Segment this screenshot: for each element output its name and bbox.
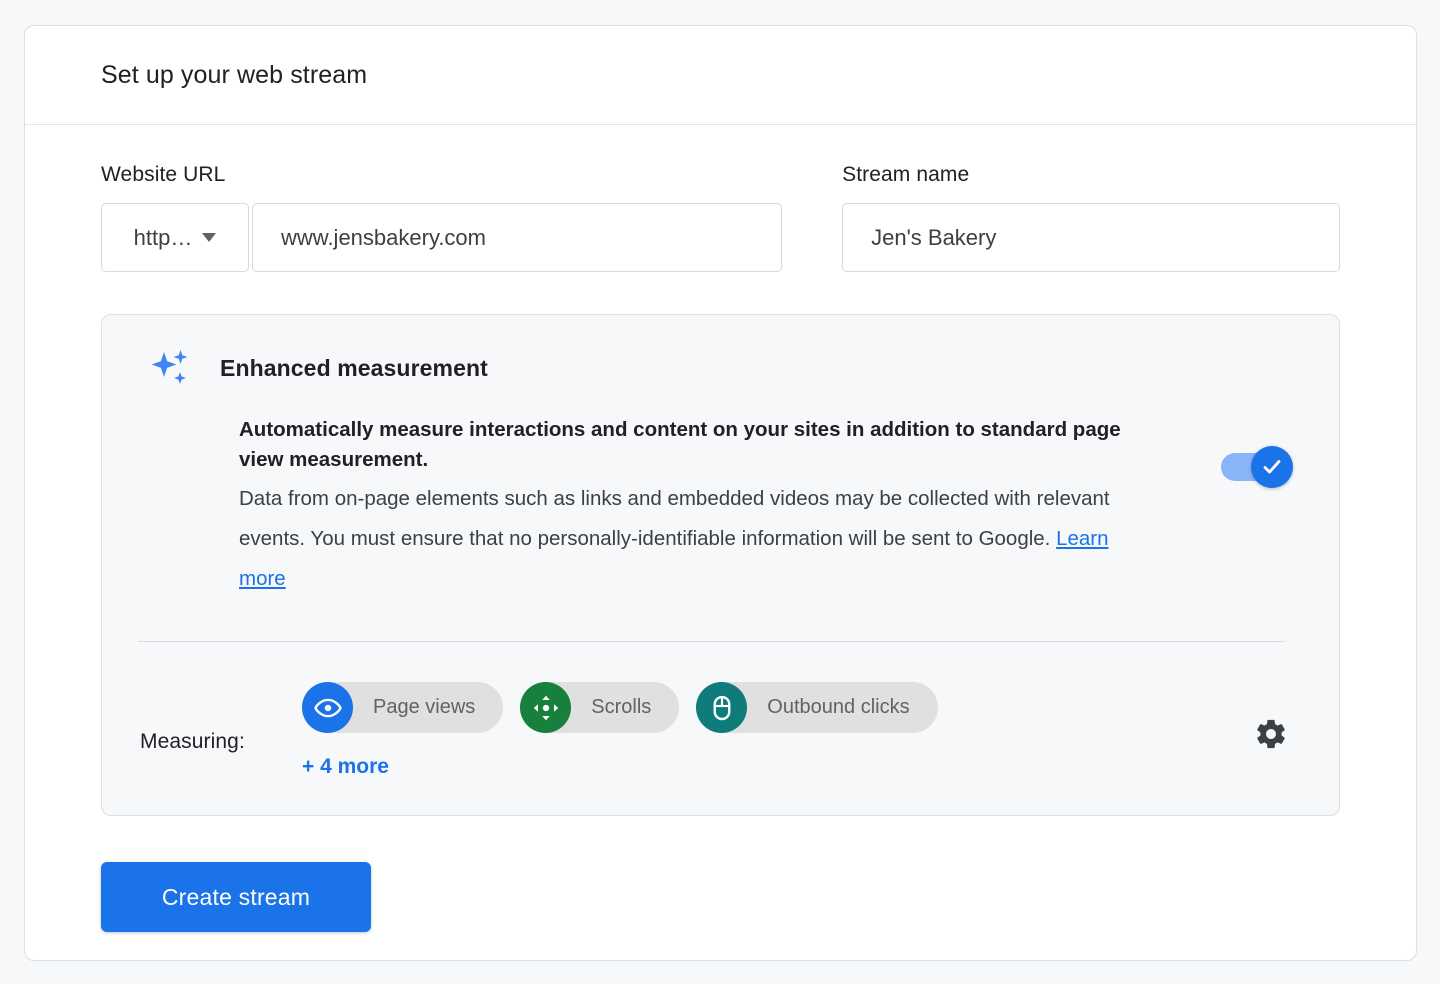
website-url-field-group: Website URL http… bbox=[101, 163, 783, 272]
enhanced-measurement-bold-text: Automatically measure interactions and c… bbox=[239, 418, 1121, 471]
create-stream-button[interactable]: Create stream bbox=[101, 862, 371, 932]
more-events-link[interactable]: + 4 more bbox=[302, 755, 389, 779]
check-icon bbox=[1263, 460, 1281, 474]
stream-name-label: Stream name bbox=[842, 163, 970, 186]
measuring-chips: Page views Scrolls Outbound clicks bbox=[302, 682, 1293, 733]
page-title: Set up your web stream bbox=[101, 60, 368, 89]
website-url-label: Website URL bbox=[101, 163, 226, 186]
enhanced-measurement-body-text: Data from on-page elements such as links… bbox=[239, 487, 1110, 550]
enhanced-measurement-body: Data from on-page elements such as links… bbox=[239, 479, 1143, 599]
measuring-row: Measuring: Page views Scrolls Outbound c… bbox=[140, 682, 1293, 779]
toggle-knob bbox=[1251, 446, 1293, 488]
card-header: Set up your web stream bbox=[25, 26, 1416, 125]
chip-label: Scrolls bbox=[591, 696, 652, 718]
stream-name-input[interactable] bbox=[842, 203, 1340, 272]
enhanced-measurement-panel: Enhanced measurement Automatically measu… bbox=[101, 314, 1340, 816]
chip-label: Page views bbox=[373, 696, 476, 718]
screen: Set up your web stream Website URL http… bbox=[0, 0, 1440, 984]
move-icon bbox=[520, 682, 572, 733]
enhanced-measurement-text: Automatically measure interactions and c… bbox=[140, 415, 1293, 599]
chip-label: Outbound clicks bbox=[767, 696, 910, 718]
web-stream-setup-card: Set up your web stream Website URL http… bbox=[24, 25, 1417, 961]
measuring-chips-area: Page views Scrolls Outbound clicks + 4 m… bbox=[302, 682, 1293, 779]
enhanced-measurement-header: Enhanced measurement bbox=[140, 347, 1293, 389]
card-body: Website URL http… Stream name bbox=[25, 125, 1416, 932]
sparkle-icon bbox=[150, 347, 192, 389]
gear-icon[interactable] bbox=[1249, 712, 1293, 756]
website-url-input[interactable] bbox=[252, 203, 783, 272]
chip-scrolls[interactable]: Scrolls bbox=[520, 682, 680, 733]
mouse-icon bbox=[696, 682, 748, 733]
stream-name-field-group: Stream name bbox=[842, 163, 1340, 272]
chevron-down-icon bbox=[202, 233, 217, 242]
enhanced-measurement-toggle[interactable] bbox=[1221, 446, 1293, 488]
chip-outbound-clicks[interactable]: Outbound clicks bbox=[696, 682, 938, 733]
stream-form: Website URL http… Stream name bbox=[101, 125, 1340, 272]
eye-icon bbox=[302, 682, 353, 733]
protocol-select[interactable]: http… bbox=[101, 203, 249, 272]
chip-page-views[interactable]: Page views bbox=[302, 682, 504, 733]
enhanced-measurement-title: Enhanced measurement bbox=[220, 354, 488, 381]
website-url-inputs: http… bbox=[101, 203, 783, 272]
measuring-label: Measuring: bbox=[140, 730, 245, 753]
protocol-value: http… bbox=[133, 224, 193, 250]
panel-divider bbox=[138, 641, 1285, 642]
